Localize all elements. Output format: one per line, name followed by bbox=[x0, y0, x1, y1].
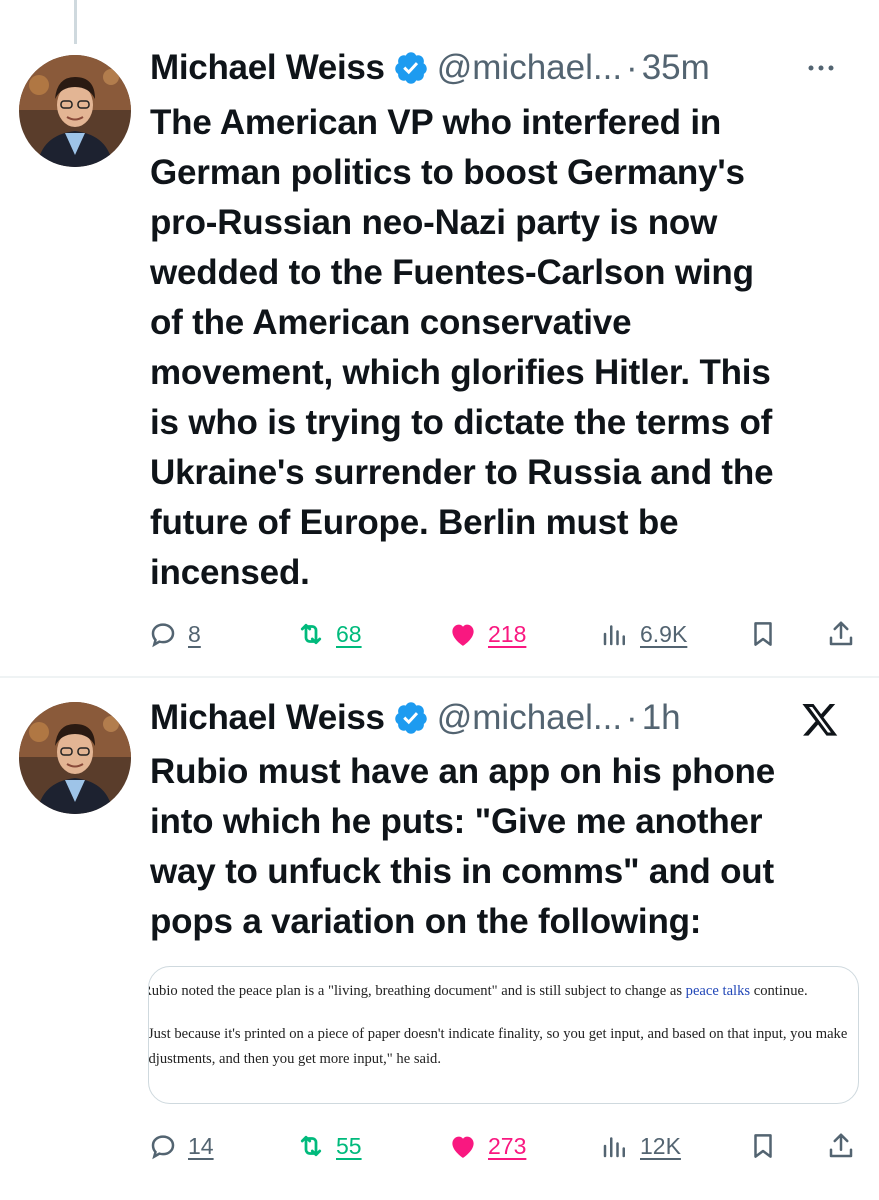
quote-link[interactable]: peace talks bbox=[686, 983, 750, 999]
action-bar: 14 55 273 12K bbox=[148, 1126, 860, 1166]
views-chart-icon bbox=[603, 1137, 625, 1158]
reply-count: 14 bbox=[188, 1132, 214, 1159]
reply-button[interactable]: 14 bbox=[148, 1126, 214, 1166]
bookmark-icon bbox=[754, 622, 772, 646]
quoted-article-screenshot[interactable]: Rubio noted the peace plan is a "living,… bbox=[148, 966, 859, 1104]
tweet-text: Rubio must have an app on his phone into… bbox=[150, 752, 775, 941]
more-dots-icon[interactable] bbox=[807, 62, 835, 74]
repost-button[interactable]: 68 bbox=[296, 614, 362, 654]
bookmark-button[interactable] bbox=[748, 1126, 778, 1166]
share-icon bbox=[829, 1133, 853, 1158]
tweet-text: The American VP who interfered in German… bbox=[150, 103, 774, 592]
repost-icon bbox=[300, 1135, 322, 1157]
bookmark-icon bbox=[754, 1134, 772, 1158]
reply-button[interactable]: 8 bbox=[148, 614, 201, 654]
action-bar: 8 68 218 6.9K bbox=[148, 614, 860, 654]
separator-dot: · bbox=[626, 698, 638, 737]
share-button[interactable] bbox=[826, 614, 856, 654]
author-name[interactable]: Michael Weiss bbox=[150, 48, 385, 88]
author-name[interactable]: Michael Weiss bbox=[150, 698, 385, 738]
tweet-header: Michael Weiss @michael... · 35m bbox=[150, 48, 859, 88]
tweet-header: Michael Weiss @michael... · 1h bbox=[150, 698, 859, 738]
heart-icon bbox=[452, 1136, 474, 1158]
views-count: 12K bbox=[640, 1132, 681, 1159]
views-button[interactable]: 12K bbox=[600, 1126, 681, 1166]
avatar[interactable] bbox=[19, 702, 131, 814]
reply-count: 8 bbox=[188, 620, 201, 647]
quote-paragraph-1: Rubio noted the peace plan is a "living,… bbox=[148, 983, 808, 999]
repost-count: 68 bbox=[336, 620, 362, 647]
share-button[interactable] bbox=[826, 1126, 856, 1166]
author-handle[interactable]: @michael... bbox=[437, 48, 622, 88]
like-button[interactable]: 273 bbox=[448, 1126, 526, 1166]
like-count: 218 bbox=[488, 620, 527, 647]
views-chart-icon bbox=[603, 625, 625, 646]
tweet[interactable]: Michael Weiss @michael... · 35m The Amer… bbox=[0, 0, 879, 676]
repost-icon bbox=[300, 623, 322, 645]
repost-count: 55 bbox=[336, 1132, 362, 1159]
author-handle[interactable]: @michael... bbox=[437, 698, 622, 738]
reply-icon bbox=[151, 623, 175, 648]
like-count: 273 bbox=[488, 1132, 527, 1159]
verified-badge-icon bbox=[394, 702, 427, 734]
reply-icon bbox=[151, 1135, 175, 1160]
like-button[interactable]: 218 bbox=[448, 614, 526, 654]
quoted-article-text: Rubio noted the peace plan is a "living,… bbox=[148, 979, 858, 1090]
timestamp[interactable]: 1h bbox=[642, 698, 681, 738]
repost-button[interactable]: 55 bbox=[296, 1126, 362, 1166]
avatar[interactable] bbox=[19, 55, 131, 167]
views-count: 6.9K bbox=[640, 620, 688, 647]
bookmark-button[interactable] bbox=[748, 614, 778, 654]
share-icon bbox=[829, 621, 853, 646]
heart-icon bbox=[452, 624, 474, 646]
separator-dot: · bbox=[626, 48, 638, 87]
timestamp[interactable]: 35m bbox=[642, 48, 710, 88]
x-logo-icon bbox=[802, 703, 838, 736]
views-button[interactable]: 6.9K bbox=[600, 614, 687, 654]
tweet[interactable]: Michael Weiss @michael... · 1h Rubio mus… bbox=[0, 678, 879, 1200]
verified-badge-icon bbox=[394, 52, 427, 84]
quote-paragraph-2: "Just because it's printed on a piece of… bbox=[148, 1026, 848, 1067]
